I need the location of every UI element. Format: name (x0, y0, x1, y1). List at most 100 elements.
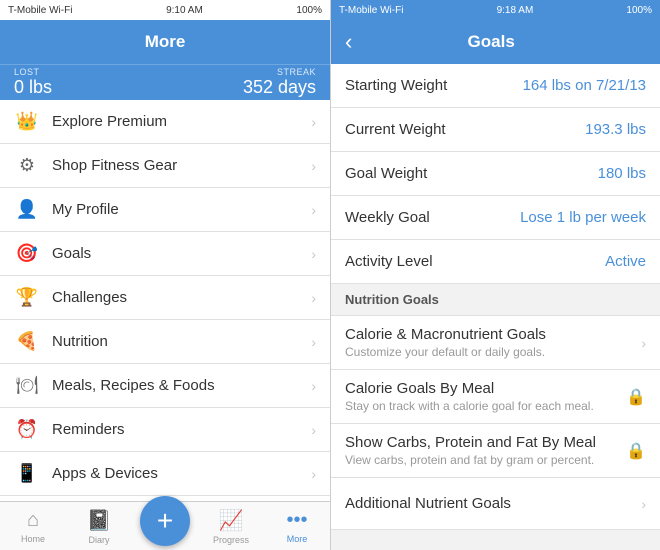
tab-label-0: Home (21, 534, 45, 544)
tab-icon-3: 📈 (219, 508, 244, 533)
left-battery: 100% (296, 5, 322, 16)
menu-icon-4: 🏆 (14, 285, 40, 311)
tab-icon-4: ••• (286, 509, 307, 532)
menu-label-4: Challenges (52, 289, 311, 306)
nutrition-item-0[interactable]: Calorie & Macronutrient Goals Customize … (331, 316, 660, 370)
chevron-icon-nutrition-3: › (641, 496, 646, 512)
menu-item-5[interactable]: 🍕 Nutrition › (0, 320, 330, 364)
menu-icon-3: 🎯 (14, 241, 40, 267)
tab-label-1: Diary (88, 535, 109, 545)
menu-icon-7: ⏰ (14, 417, 40, 443)
nutrition-sub-1: Stay on track with a calorie goal for ea… (345, 399, 626, 413)
tab-icon-1: 📓 (87, 508, 112, 533)
tab-home[interactable]: ⌂ Home (0, 502, 66, 550)
chevron-icon-8: › (311, 466, 316, 482)
menu-item-3[interactable]: 🎯 Goals › (0, 232, 330, 276)
lock-icon-2: 🔒 (626, 441, 646, 461)
nutrition-title-0: Calorie & Macronutrient Goals (345, 326, 641, 343)
goals-row-label-1: Current Weight (345, 121, 446, 138)
left-header-title: More (145, 32, 186, 52)
right-header: ‹ Goals (331, 20, 660, 64)
chevron-icon-7: › (311, 422, 316, 438)
menu-item-1[interactable]: ⚙ Shop Fitness Gear › (0, 144, 330, 188)
nutrition-right-1: 🔒 (626, 387, 646, 407)
nutrition-title-3: Additional Nutrient Goals (345, 495, 641, 512)
goals-row-value-0: 164 lbs on 7/21/13 (523, 77, 646, 94)
menu-label-5: Nutrition (52, 333, 311, 350)
nutrition-text-1: Calorie Goals By Meal Stay on track with… (345, 380, 626, 413)
goals-row-value-3: Lose 1 lb per week (520, 209, 646, 226)
chevron-icon-nutrition-0: › (641, 335, 646, 351)
tab-more[interactable]: ••• More (264, 502, 330, 550)
chevron-icon-3: › (311, 246, 316, 262)
nutrition-item-2[interactable]: Show Carbs, Protein and Fat By Meal View… (331, 424, 660, 478)
tab-add[interactable]: + (132, 502, 198, 550)
right-time: 9:18 AM (497, 5, 534, 16)
menu-item-8[interactable]: 📱 Apps & Devices › (0, 452, 330, 496)
right-panel: T-Mobile Wi-Fi 9:18 AM 100% ‹ Goals Star… (330, 0, 660, 550)
right-content: Starting Weight 164 lbs on 7/21/13 Curre… (331, 64, 660, 550)
left-header: More (0, 20, 330, 64)
menu-icon-8: 📱 (14, 461, 40, 487)
lock-icon-1: 🔒 (626, 387, 646, 407)
menu-icon-6: 🍽 (14, 373, 40, 399)
goals-row-value-4: Active (605, 253, 646, 270)
goals-row-label-3: Weekly Goal (345, 209, 430, 226)
lost-label: LOST (14, 67, 52, 77)
goals-row-0: Starting Weight 164 lbs on 7/21/13 (331, 64, 660, 108)
back-button[interactable]: ‹ (345, 29, 352, 55)
right-battery: 100% (626, 5, 652, 16)
nutrition-right-2: 🔒 (626, 441, 646, 461)
menu-label-7: Reminders (52, 421, 311, 438)
goals-row-2: Goal Weight 180 lbs (331, 152, 660, 196)
menu-icon-0: 👑 (14, 109, 40, 135)
menu-item-2[interactable]: 👤 My Profile › (0, 188, 330, 232)
chevron-icon-0: › (311, 114, 316, 130)
chevron-icon-4: › (311, 290, 316, 306)
nutrition-item-3[interactable]: Additional Nutrient Goals › (331, 478, 660, 530)
lost-value: 0 lbs (14, 77, 52, 98)
goals-row-label-4: Activity Level (345, 253, 433, 270)
tab-progress[interactable]: 📈 Progress (198, 502, 264, 550)
menu-icon-2: 👤 (14, 197, 40, 223)
menu-item-6[interactable]: 🍽 Meals, Recipes & Foods › (0, 364, 330, 408)
chevron-icon-1: › (311, 158, 316, 174)
menu-item-0[interactable]: 👑 Explore Premium › (0, 100, 330, 144)
chevron-icon-2: › (311, 202, 316, 218)
nutrition-text-2: Show Carbs, Protein and Fat By Meal View… (345, 434, 626, 467)
menu-label-2: My Profile (52, 201, 311, 218)
nutrition-right-3: › (641, 496, 646, 512)
tab-label-3: Progress (213, 535, 249, 545)
menu-list: 👑 Explore Premium › ⚙ Shop Fitness Gear … (0, 100, 330, 501)
nutrition-item-1[interactable]: Calorie Goals By Meal Stay on track with… (331, 370, 660, 424)
add-button[interactable]: + (140, 496, 190, 546)
nutrition-title-2: Show Carbs, Protein and Fat By Meal (345, 434, 626, 451)
nutrition-right-0: › (641, 335, 646, 351)
goals-row-4: Activity Level Active (331, 240, 660, 284)
left-status-bar: T-Mobile Wi-Fi 9:10 AM 100% (0, 0, 330, 20)
tab-icon-0: ⌂ (27, 509, 39, 532)
tab-bar: ⌂ Home 📓 Diary + 📈 Progress ••• More (0, 501, 330, 550)
menu-label-3: Goals (52, 245, 311, 262)
streak-label: STREAK (243, 67, 316, 77)
right-carrier: T-Mobile Wi-Fi (339, 5, 403, 16)
goals-row-label-2: Goal Weight (345, 165, 427, 182)
menu-item-7[interactable]: ⏰ Reminders › (0, 408, 330, 452)
tab-label-4: More (287, 534, 308, 544)
nutrition-sub-0: Customize your default or daily goals. (345, 345, 641, 359)
tab-diary[interactable]: 📓 Diary (66, 502, 132, 550)
menu-item-4[interactable]: 🏆 Challenges › (0, 276, 330, 320)
nutrition-text-0: Calorie & Macronutrient Goals Customize … (345, 326, 641, 359)
goals-row-3: Weekly Goal Lose 1 lb per week (331, 196, 660, 240)
lost-stat: LOST 0 lbs (14, 67, 52, 98)
goals-row-label-0: Starting Weight (345, 77, 447, 94)
left-time: 9:10 AM (166, 5, 203, 16)
menu-label-1: Shop Fitness Gear (52, 157, 311, 174)
menu-icon-1: ⚙ (14, 153, 40, 179)
right-header-title: Goals (360, 32, 622, 52)
nutrition-sub-2: View carbs, protein and fat by gram or p… (345, 453, 626, 467)
streak-stat: STREAK 352 days (243, 67, 316, 98)
nutrition-section-header: Nutrition Goals (331, 284, 660, 316)
menu-label-6: Meals, Recipes & Foods (52, 377, 311, 394)
left-carrier: T-Mobile Wi-Fi (8, 5, 72, 16)
